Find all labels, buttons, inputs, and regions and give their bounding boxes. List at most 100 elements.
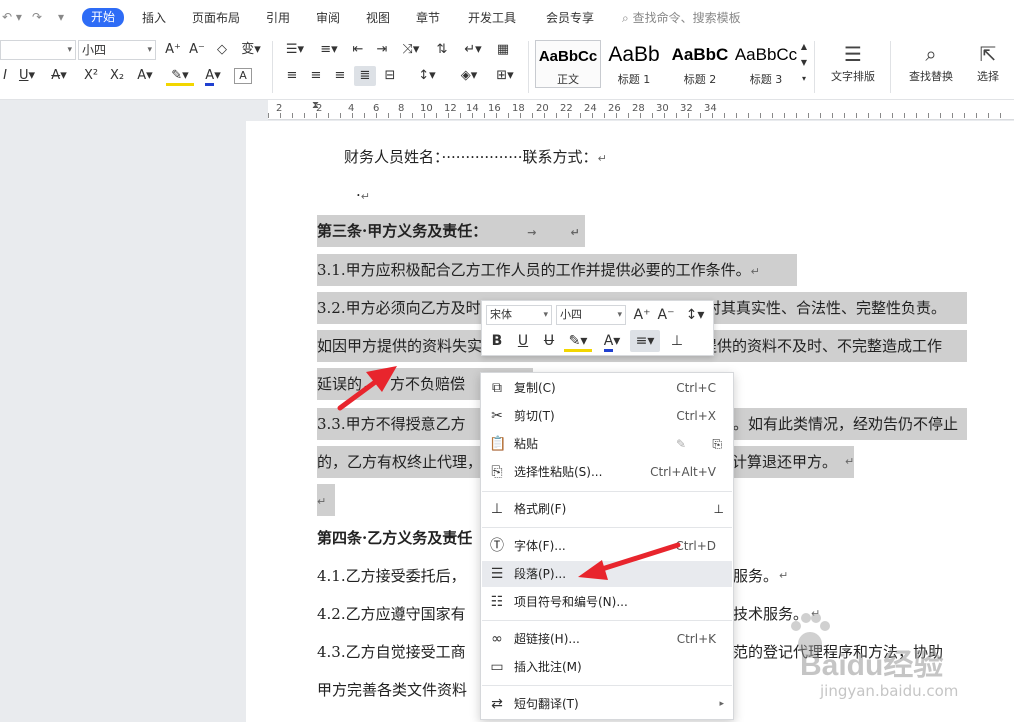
bullets-icon[interactable]: ☰▾ [282, 40, 308, 60]
format-painter-lock-icon[interactable]: ⊥ [714, 496, 724, 522]
highlight-icon[interactable]: ✎▾ [564, 330, 592, 352]
indent-marker-icon[interactable]: ⧗ [312, 100, 319, 111]
ruler-tick [964, 113, 965, 118]
menu-item-paste-special[interactable]: ⎘ 选择性粘贴(S)... Ctrl+Alt+V [482, 459, 732, 485]
paragraph-mark: ↵ [779, 569, 789, 582]
menu-item-paste[interactable]: 📋 粘贴 ✎ ⎘ [482, 431, 732, 457]
select-button[interactable]: ⇱ 选择 [968, 40, 1008, 90]
styles-scroll-icon[interactable]: ▲ ▼ ▾ [798, 39, 810, 89]
table-grid-icon[interactable]: ▦ [492, 40, 514, 60]
show-marks-icon[interactable]: ↵▾ [460, 40, 486, 60]
chinese-layout-icon[interactable]: ⤨▾ [398, 40, 424, 60]
font-color-icon[interactable]: A▾ [598, 330, 626, 352]
numbering-icon[interactable]: ≡▾ [316, 40, 342, 60]
tab-review[interactable]: 审阅 [316, 9, 340, 27]
decrease-indent-icon[interactable]: ⇤ [348, 40, 368, 60]
font-icon: Ⓣ [490, 538, 504, 554]
shading-icon[interactable]: ◈▾ [454, 66, 484, 86]
justify-icon[interactable]: ≣ [354, 66, 376, 86]
tab-insert[interactable]: 插入 [142, 9, 166, 27]
underline-button[interactable]: U [512, 330, 534, 352]
style-heading-3[interactable]: AaBbCc 标题 3 [733, 40, 799, 88]
paste-text-only-icon[interactable]: ✎ [676, 431, 686, 457]
command-search[interactable]: ⌕ 查找命令、搜索模板 [622, 9, 741, 27]
format-painter-icon[interactable]: ⊥ [666, 330, 688, 352]
line-spacing-icon[interactable]: ↕▾ [680, 304, 710, 326]
ruler-tick [280, 113, 281, 118]
menu-item-paragraph[interactable]: ☰ 段落(P)... [482, 561, 732, 587]
menu-item-insert-comment[interactable]: ▭ 插入批注(M) [482, 654, 732, 680]
align-icon[interactable]: ≡▾ [630, 330, 660, 352]
align-center-icon[interactable]: ≡ [306, 66, 326, 86]
comment-icon: ▭ [490, 659, 504, 675]
borders-icon[interactable]: ⊞▾ [490, 66, 520, 86]
ruler-tick [520, 113, 521, 118]
doc-line-text: 甲方完善各类文件资料 [317, 681, 468, 699]
tab-member[interactable]: 会员专享 [546, 9, 594, 27]
tab-view[interactable]: 视图 [366, 9, 390, 27]
doc-line: ·↵ [356, 179, 370, 211]
tab-page-layout[interactable]: 页面布局 [192, 9, 240, 27]
tab-section[interactable]: 章节 [416, 9, 440, 27]
text-layout-button[interactable]: ☰ 文字排版 [822, 40, 884, 90]
menu-item-copy[interactable]: ⧉ 复制(C) Ctrl+C [482, 375, 732, 401]
char-border-icon[interactable]: A [234, 68, 252, 84]
line-spacing-icon[interactable]: ↕▾ [412, 66, 442, 86]
menu-item-bullets-numbering[interactable]: ☷ 项目符号和编号(N)... [482, 589, 732, 615]
style-heading-1[interactable]: AaBb 标题 1 [601, 40, 667, 88]
align-right-icon[interactable]: ≡ [330, 66, 350, 86]
font-color-icon[interactable]: A▾ [200, 66, 226, 86]
superscript-icon[interactable]: X² [80, 66, 102, 86]
sort-icon[interactable]: ⇅ [432, 40, 452, 60]
style-normal[interactable]: AaBbCc 正文 [535, 40, 601, 88]
cursor-icon: ⇱ [979, 42, 997, 66]
menu-item-hyperlink[interactable]: ∞ 超链接(H)... Ctrl+K [482, 626, 732, 652]
subscript-icon[interactable]: X₂ [106, 66, 128, 86]
shrink-font-icon[interactable]: A⁻ [187, 40, 207, 60]
menu-item-label: 字体(F)... [514, 539, 566, 553]
menu-item-translate[interactable]: ⇄ 短句翻译(T) ▸ [482, 691, 732, 717]
chevron-right-icon: ▸ [719, 699, 724, 709]
italic-icon[interactable]: I [0, 66, 10, 86]
chevron-down-icon: ▾ [147, 45, 152, 55]
menu-item-format-painter[interactable]: ⊥ 格式刷(F) ⊥ [482, 496, 732, 522]
strikethrough-icon[interactable]: U [538, 330, 560, 352]
ribbon-home-panel: ▾ 小四 ▾ A⁺ A⁻ ◇ 变▾ I U▾ A▾ X² X₂ A▾ ✎▾ A▾ … [0, 35, 1014, 100]
grow-font-icon[interactable]: A⁺ [632, 304, 652, 326]
horizontal-ruler[interactable]: 2 2 4 6 8 10 12 14 16 18 20 22 24 26 28 30 32 34 ⧗ [268, 100, 1014, 120]
tab-home[interactable]: 开始 [82, 8, 125, 27]
highlight-icon[interactable]: ✎▾ [166, 66, 194, 86]
ruler-label: 24 [584, 103, 597, 114]
context-menu: ⧉ 复制(C) Ctrl+C ✂ 剪切(T) Ctrl+X 📋 粘贴 ✎ ⎘ ⎘ 选择性粘贴(S… [480, 372, 734, 720]
underline-icon[interactable]: U▾ [14, 66, 40, 86]
menu-item-font[interactable]: Ⓣ 字体(F)... Ctrl+D [482, 533, 732, 559]
distribute-icon[interactable]: ⊟ [380, 66, 400, 86]
mini-font-combo[interactable]: 宋体 ▾ [486, 305, 552, 325]
font-size-combo[interactable]: 小四 ▾ [78, 40, 156, 60]
undo-icon[interactable]: ↶ ▾ [2, 10, 22, 24]
doc-line-text: 。如有此类情况，经劝告仍不停止 [733, 415, 959, 433]
ruler-tick [808, 113, 809, 118]
menu-item-label: 选择性粘贴(S)... [514, 465, 603, 479]
quick-access-dropdown-icon[interactable]: ▾ [58, 10, 64, 24]
menu-item-cut[interactable]: ✂ 剪切(T) Ctrl+X [482, 403, 732, 429]
paste-keep-format-icon[interactable]: ⎘ [712, 431, 722, 457]
bold-button[interactable]: B [486, 330, 508, 352]
ruler-label: 10 [420, 103, 433, 114]
increase-indent-icon[interactable]: ⇥ [372, 40, 392, 60]
shrink-font-icon[interactable]: A⁻ [656, 304, 676, 326]
find-replace-button[interactable]: ⌕ 查找替换 [900, 40, 962, 90]
align-left-icon[interactable]: ≡ [282, 66, 302, 86]
strikethrough-icon[interactable]: A▾ [46, 66, 72, 86]
tab-references[interactable]: 引用 [266, 9, 290, 27]
clear-format-icon[interactable]: ◇ [212, 40, 232, 60]
grow-font-icon[interactable]: A⁺ [163, 40, 183, 60]
phonetic-icon[interactable]: 变▾ [238, 40, 264, 60]
redo-icon[interactable]: ↷ [32, 10, 42, 24]
font-name-combo[interactable]: ▾ [0, 40, 76, 60]
ruler-tick [988, 113, 989, 118]
mini-size-combo[interactable]: 小四 ▾ [556, 305, 626, 325]
text-effect-icon[interactable]: A▾ [132, 66, 158, 86]
style-heading-2[interactable]: AaBbC 标题 2 [667, 40, 733, 88]
tab-developer[interactable]: 开发工具 [468, 9, 516, 27]
